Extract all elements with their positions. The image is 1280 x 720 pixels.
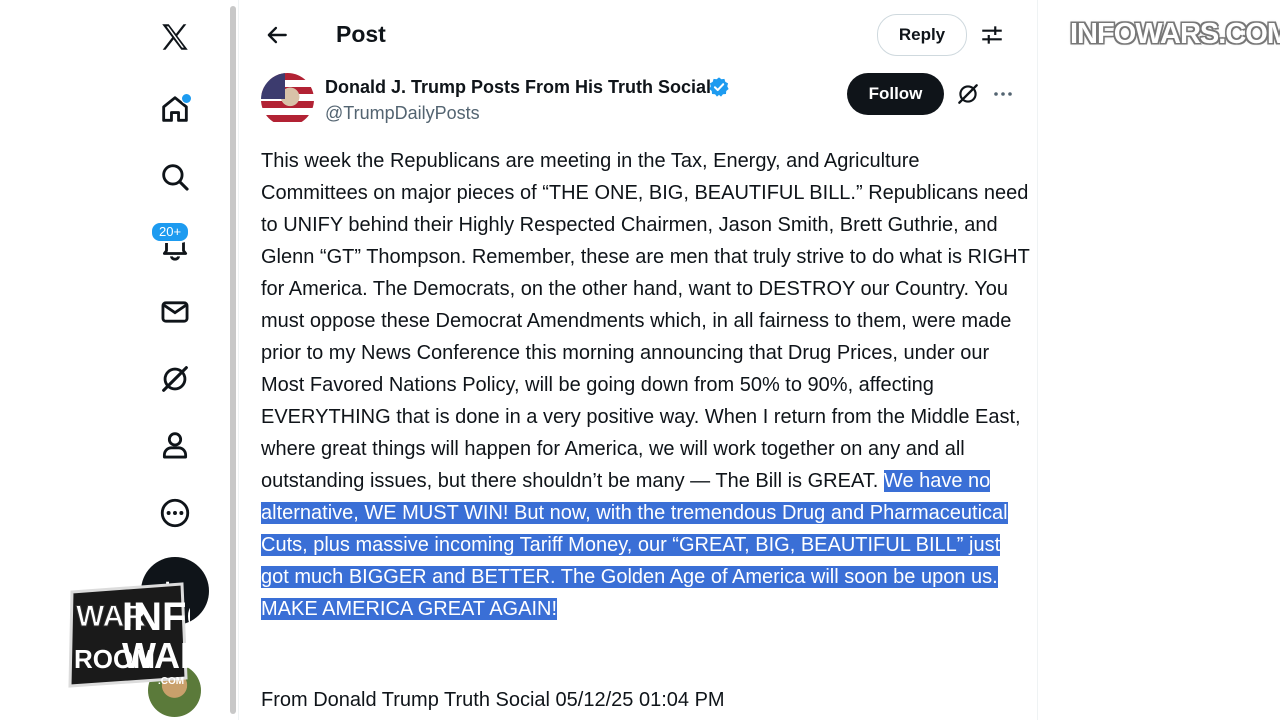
follow-button[interactable]: Follow [847, 73, 944, 115]
verified-badge-icon [709, 77, 729, 97]
reply-button[interactable]: Reply [877, 14, 967, 56]
grok-icon[interactable] [140, 354, 210, 404]
ellipsis-icon[interactable] [988, 80, 1018, 108]
post-body: This week the Republicans are meeting in… [261, 145, 1031, 625]
infowars-watermark: INFOWARS.COM [1070, 18, 1280, 50]
back-arrow-icon[interactable] [262, 20, 292, 50]
author-avatar[interactable] [261, 73, 314, 126]
more-circle-icon[interactable] [140, 488, 210, 538]
search-icon[interactable] [140, 152, 210, 202]
home-icon[interactable] [140, 84, 210, 134]
svg-text:INFO: INFO [122, 595, 190, 639]
grok-icon[interactable] [954, 80, 982, 108]
post-text-highlighted: We have no alternative, WE MUST WIN! But… [261, 470, 1008, 620]
scrollbar[interactable] [230, 6, 236, 714]
author-name[interactable]: Donald J. Trump Posts From His Truth Soc… [325, 77, 711, 98]
post-source-line: From Donald Trump Truth Social 05/12/25 … [261, 689, 725, 711]
notifications-badge: 20+ [150, 221, 191, 243]
column-divider-left [238, 0, 239, 720]
profile-icon[interactable] [140, 420, 210, 470]
page-title: Post [336, 21, 386, 47]
x-logo-icon[interactable] [140, 12, 210, 62]
tune-icon[interactable] [977, 20, 1007, 50]
author-handle[interactable]: @TrumpDailyPosts [325, 103, 480, 124]
home-notification-dot [181, 93, 192, 104]
infowars-logo-watermark: WAR INFO ROOM WARS .COM [68, 582, 190, 688]
column-divider-right [1037, 0, 1038, 720]
bell-icon[interactable]: 20+ [140, 220, 210, 270]
svg-text:.COM: .COM [158, 676, 184, 687]
svg-text:WARS: WARS [122, 635, 190, 676]
mail-icon[interactable] [140, 287, 210, 337]
post-text: This week the Republicans are meeting in… [261, 150, 1030, 492]
